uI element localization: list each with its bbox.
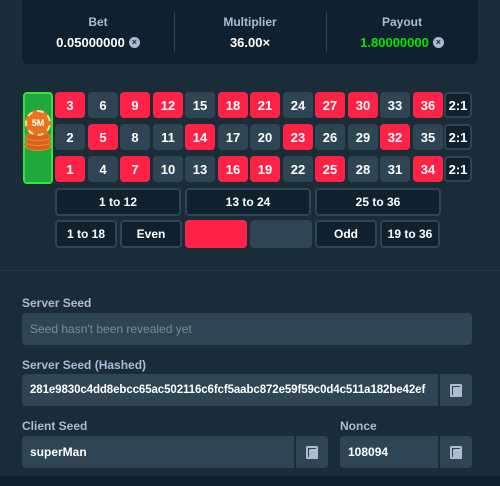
server-seed-label: Server Seed xyxy=(22,296,92,310)
number-cell-23[interactable]: 23 xyxy=(283,124,313,150)
copy-icon xyxy=(306,445,318,459)
chip-value: 5M xyxy=(31,118,45,128)
number-cell-8[interactable]: 8 xyxy=(120,124,150,150)
even-bet[interactable]: Even xyxy=(120,220,182,248)
number-cell-20[interactable]: 20 xyxy=(250,124,280,150)
chip-stack: 5M xyxy=(25,108,51,152)
number-cell-9[interactable]: 9 xyxy=(120,92,150,118)
number-cell-1[interactable]: 1 xyxy=(55,156,85,182)
nonce-label: Nonce xyxy=(340,419,377,433)
client-seed-field[interactable]: superMan xyxy=(22,436,328,468)
number-cell-14[interactable]: 14 xyxy=(185,124,215,150)
copy-icon xyxy=(450,383,462,397)
number-cell-32[interactable]: 32 xyxy=(380,124,410,150)
number-cell-36[interactable]: 36 xyxy=(413,92,443,118)
nonce-field[interactable]: 108094 xyxy=(340,436,472,468)
column-bet-1[interactable]: 2:1 xyxy=(444,92,472,118)
odd-bet[interactable]: Odd xyxy=(315,220,377,248)
server-seed-hashed-label: Server Seed (Hashed) xyxy=(22,358,147,372)
number-cell-35[interactable]: 35 xyxy=(413,124,443,150)
number-cell-21[interactable]: 21 xyxy=(250,92,280,118)
client-seed-value: superMan xyxy=(30,445,87,459)
number-cell-30[interactable]: 30 xyxy=(348,92,378,118)
copy-client-seed-button[interactable] xyxy=(294,436,328,468)
copy-hash-button[interactable] xyxy=(438,374,472,406)
number-cell-4[interactable]: 4 xyxy=(88,156,118,182)
copy-icon xyxy=(450,445,462,459)
number-cell-5[interactable]: 5 xyxy=(88,124,118,150)
number-cell-16[interactable]: 16 xyxy=(218,156,248,182)
number-cell-26[interactable]: 26 xyxy=(315,124,345,150)
red-bet[interactable] xyxy=(185,220,247,248)
number-cell-33[interactable]: 33 xyxy=(380,92,410,118)
number-cell-29[interactable]: 29 xyxy=(348,124,378,150)
number-cell-11[interactable]: 11 xyxy=(153,124,183,150)
roulette-board: 5M 3 6 9 12 15 18 21 24 27 30 33 36 2:1 2 5 8 11 14 17 20 23… xyxy=(0,0,500,270)
number-cell-19[interactable]: 19 xyxy=(250,156,280,182)
number-cell-6[interactable]: 6 xyxy=(88,92,118,118)
number-cell-17[interactable]: 17 xyxy=(218,124,248,150)
number-cell-31[interactable]: 31 xyxy=(380,156,410,182)
number-cell-2[interactable]: 2 xyxy=(55,124,85,150)
server-seed-placeholder: Seed hasn't been revealed yet xyxy=(30,322,192,336)
number-cell-10[interactable]: 10 xyxy=(153,156,183,182)
dozen-bet-2[interactable]: 13 to 24 xyxy=(185,188,311,216)
dozen-bet-3[interactable]: 25 to 36 xyxy=(315,188,441,216)
copy-nonce-button[interactable] xyxy=(438,436,472,468)
chip-icon: 5M xyxy=(25,110,51,136)
number-cell-15[interactable]: 15 xyxy=(185,92,215,118)
number-cell-22[interactable]: 22 xyxy=(283,156,313,182)
low-bet[interactable]: 1 to 18 xyxy=(55,220,117,248)
section-divider xyxy=(0,270,500,271)
column-bet-2[interactable]: 2:1 xyxy=(444,124,472,150)
server-seed-field[interactable]: Seed hasn't been revealed yet xyxy=(22,313,472,345)
number-cell-28[interactable]: 28 xyxy=(348,156,378,182)
server-seed-hashed-field[interactable]: 281e9830c4dd8ebcc65ac502116c6fcf5aabc872… xyxy=(22,374,472,406)
number-cell-27[interactable]: 27 xyxy=(315,92,345,118)
number-cell-25[interactable]: 25 xyxy=(315,156,345,182)
number-cell-7[interactable]: 7 xyxy=(120,156,150,182)
dozen-bet-1[interactable]: 1 to 12 xyxy=(55,188,181,216)
client-seed-label: Client Seed xyxy=(22,419,88,433)
number-cell-12[interactable]: 12 xyxy=(153,92,183,118)
number-cell-3[interactable]: 3 xyxy=(55,92,85,118)
high-bet[interactable]: 19 to 36 xyxy=(380,220,440,248)
number-cell-24[interactable]: 24 xyxy=(283,92,313,118)
server-seed-hashed-value: 281e9830c4dd8ebcc65ac502116c6fcf5aabc872… xyxy=(30,384,426,396)
number-cell-13[interactable]: 13 xyxy=(185,156,215,182)
footer-strip xyxy=(0,476,500,486)
nonce-value: 108094 xyxy=(348,445,389,459)
black-bet[interactable] xyxy=(250,220,312,248)
number-cell-18[interactable]: 18 xyxy=(218,92,248,118)
zero-cell[interactable]: 5M xyxy=(23,92,53,184)
number-cell-34[interactable]: 34 xyxy=(413,156,443,182)
column-bet-3[interactable]: 2:1 xyxy=(444,156,472,182)
